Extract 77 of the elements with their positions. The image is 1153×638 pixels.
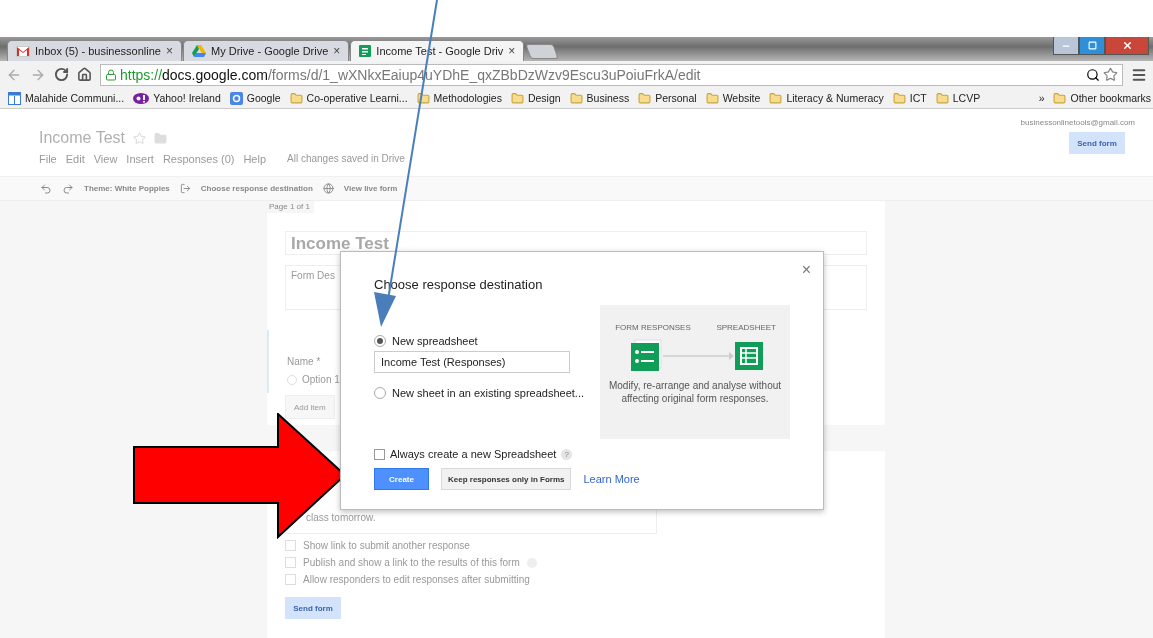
send-form-button[interactable]: Send form (285, 597, 341, 619)
keep-responses-button[interactable]: Keep responses only in Forms (441, 468, 572, 490)
more-bookmarks-button[interactable]: » (1038, 92, 1045, 104)
maximize-button[interactable] (1079, 37, 1105, 55)
folder-icon (569, 91, 583, 105)
folder-icon (289, 91, 303, 105)
square-logo-icon (229, 91, 243, 105)
theme-button[interactable]: Theme: White Poppies (84, 184, 170, 193)
bookmark-link[interactable]: Yahoo! Ireland (153, 92, 221, 104)
account-email[interactable]: businessonlinetools@gmail.com (1020, 118, 1135, 127)
folder-icon (892, 91, 906, 105)
undo-icon[interactable] (40, 182, 52, 195)
option-label: Option 1 (302, 374, 340, 385)
illustration-label: SPREADSHEET (716, 323, 776, 333)
save-status: All changes saved in Drive (287, 153, 405, 165)
checkbox[interactable] (374, 448, 385, 460)
question-title: Name * (287, 356, 321, 367)
document-title: Income Test (39, 129, 125, 147)
folder-icon (510, 91, 524, 105)
browser-tab[interactable]: Inbox (5) - businessonline × (7, 40, 182, 61)
menu-icon[interactable] (1131, 66, 1147, 83)
mail-icon (16, 45, 30, 57)
bookmark-link[interactable]: Google (246, 92, 281, 104)
close-button[interactable]: × (801, 261, 811, 279)
view-live-form-button[interactable]: View live form (343, 184, 398, 193)
checkbox-label: Always create a new Spreadsheet (390, 448, 557, 460)
close-icon[interactable]: × (508, 44, 516, 58)
learn-more-link[interactable]: Learn More (583, 473, 640, 485)
bookmark-link[interactable]: Other bookmarks (1070, 92, 1151, 104)
bookmark-link[interactable]: Malahide Communi... (25, 92, 125, 104)
close-icon (1121, 40, 1133, 51)
export-icon[interactable] (179, 183, 191, 194)
option-label: New sheet in an existing spreadsheet... (392, 387, 584, 399)
radio-button[interactable] (374, 335, 386, 347)
radio-button[interactable] (374, 387, 386, 399)
calendar-icon (8, 91, 21, 105)
star-icon[interactable] (1103, 67, 1118, 82)
bookmark-link[interactable]: Methodologies (433, 92, 502, 104)
close-icon[interactable]: × (333, 44, 341, 58)
globe-icon[interactable] (322, 183, 334, 194)
close-icon[interactable]: × (165, 44, 173, 58)
browser-tab[interactable]: My Drive - Google Drive × (183, 40, 350, 61)
folder-icon (705, 91, 719, 105)
bookmark-link[interactable]: Website (722, 92, 761, 104)
minimize-button[interactable] (1053, 37, 1079, 55)
setting-label: Show link to submit another response (303, 540, 470, 551)
bookmark-link[interactable]: Co-operative Learni... (306, 92, 408, 104)
close-button[interactable] (1105, 37, 1149, 55)
folder-icon (769, 91, 783, 105)
reload-icon[interactable] (54, 67, 69, 82)
folder-icon (935, 91, 949, 105)
redo-icon[interactable] (62, 182, 74, 195)
folder-icon (638, 91, 652, 105)
bookmark-link[interactable]: Design (527, 92, 561, 104)
setting-label: Publish and show a link to the results of this form (303, 557, 520, 568)
bookmark-link[interactable]: Literacy & Numeracy (786, 92, 884, 104)
setting-label: Allow responders to edit responses after submitting (303, 574, 530, 585)
spreadsheet-name-field[interactable]: Income Test (Responses) (374, 351, 570, 373)
folder-icon (1053, 91, 1067, 105)
maximize-icon (1087, 41, 1097, 50)
send-form-button[interactable]: Send form (1069, 132, 1125, 154)
bookmark-link[interactable]: Personal (655, 92, 697, 104)
bookmark-link[interactable]: ICT (909, 92, 927, 104)
bookmark-link[interactable]: Business (586, 92, 630, 104)
lock-icon (105, 68, 117, 81)
exclamation-badge-icon (133, 92, 150, 104)
illustration-caption: Modify, re-arrange and analyse without affecting original form responses. (607, 379, 783, 405)
folder-icon (416, 91, 430, 105)
form-icon (359, 45, 372, 57)
response-destination-button[interactable]: Choose response destination (200, 184, 313, 193)
triangle-logo-icon (192, 45, 206, 57)
bookmark-link[interactable]: LCVP (952, 92, 981, 104)
page-label: Page 1 of 1 (267, 201, 314, 213)
illustration-label: FORM RESPONSES (614, 323, 692, 333)
home-icon[interactable] (77, 67, 92, 82)
search-icon[interactable] (1086, 67, 1100, 82)
option-label: New spreadsheet (392, 335, 478, 347)
